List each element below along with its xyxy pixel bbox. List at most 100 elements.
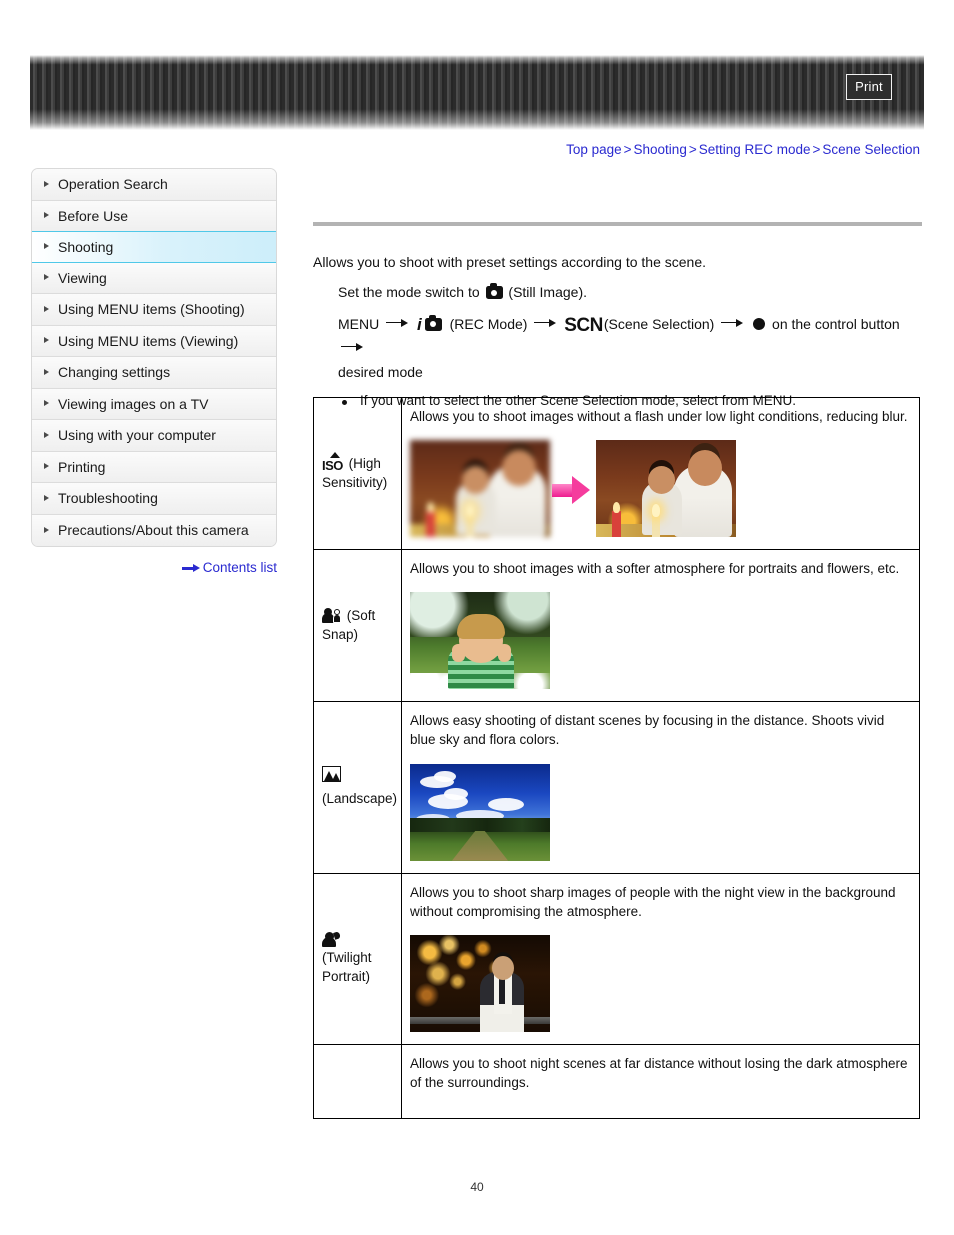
triangle-right-icon <box>44 431 49 438</box>
triangle-right-icon <box>44 337 49 344</box>
sample-image <box>410 592 550 690</box>
up-triangle-icon <box>330 451 340 458</box>
table-cell-icon-label: (Twilight Portrait) <box>322 950 372 985</box>
section-divider <box>313 222 922 226</box>
sample-image <box>410 763 550 861</box>
sidebar-item-before-use[interactable]: Before Use <box>32 200 276 232</box>
step-desired-mode: desired mode <box>338 364 423 381</box>
breadcrumb-item-top-page[interactable]: Top page <box>566 142 622 157</box>
main-content: Allows you to shoot with preset settings… <box>313 222 922 408</box>
contents-list-link[interactable]: Contents list <box>31 560 277 575</box>
triangle-right-icon <box>44 526 49 533</box>
table-cell-body: Allows you to shoot sharp images of peop… <box>401 872 920 1045</box>
sidebar-item-using-with-your-computer[interactable]: Using with your computer <box>32 420 276 452</box>
breadcrumb-item-shooting[interactable]: Shooting <box>634 142 687 157</box>
arrow-right-icon <box>721 318 744 328</box>
sidebar-item-changing-settings[interactable]: Changing settings <box>32 357 276 389</box>
sidebar-item-shooting[interactable]: Shooting <box>32 231 276 263</box>
sidebar-item-operation-search[interactable]: Operation Search <box>32 169 276 201</box>
breadcrumb-item-scene-selection[interactable]: Scene Selection <box>822 142 920 157</box>
sidebar-item-label: Shooting <box>58 239 114 255</box>
table-row: (Soft Snap) Allows you to shoot images w… <box>313 549 920 703</box>
landscape-icon <box>322 765 395 788</box>
sidebar-item-label: Operation Search <box>58 176 168 192</box>
image-row <box>410 934 911 1032</box>
table-cell-body: Allows you to shoot images with a softer… <box>401 549 920 703</box>
print-button[interactable]: Print <box>846 74 892 100</box>
triangle-right-icon <box>44 400 49 407</box>
breadcrumb-separator: > <box>688 142 697 157</box>
page-root: Print Top page > Shooting > Setting REC mode… <box>0 0 954 1235</box>
scene-description: Allows you to shoot night scenes at far … <box>410 1055 908 1091</box>
sidebar-item-troubleshooting[interactable]: Troubleshooting <box>32 483 276 515</box>
triangle-right-icon <box>44 368 49 375</box>
table-cell-icon: (Twilight Portrait) <box>313 872 402 1045</box>
table-row: (Twilight Portrait) Allows you to shoot … <box>313 872 920 1045</box>
sidebar-item-label: Precautions/About this camera <box>58 521 249 538</box>
sidebar-item-label: Printing <box>58 458 106 475</box>
triangle-right-icon <box>44 463 49 470</box>
table-row: Allows you to shoot night scenes at far … <box>313 1043 920 1120</box>
table-row: (Landscape) Allows easy shooting of dist… <box>313 701 920 874</box>
soft-snap-icon <box>322 608 341 624</box>
sidebar-item-label: Using MENU items (Viewing) <box>58 332 239 349</box>
intro-text: Allows you to shoot with preset settings… <box>313 254 706 270</box>
step-mode-switch-pre: Set the mode switch to <box>338 284 480 300</box>
breadcrumb-separator: > <box>812 142 821 157</box>
arrow-right-icon <box>386 318 409 328</box>
image-row <box>410 440 911 538</box>
sidebar-item-label: Using with your computer <box>58 427 216 443</box>
scene-description: Allows easy shooting of distant scenes b… <box>410 713 885 748</box>
iso-high-sensitivity-icon: ISO <box>322 451 343 472</box>
table-cell-icon: (Landscape) <box>313 701 402 874</box>
sidebar-item-using-menu-items-shooting[interactable]: Using MENU items (Shooting) <box>32 294 276 326</box>
header-banner: Print <box>30 55 924 130</box>
image-row <box>410 763 911 861</box>
step-mode-switch-post: (Still Image). <box>508 284 587 300</box>
sidebar-item-viewing[interactable]: Viewing <box>32 262 276 294</box>
breadcrumb-separator: > <box>623 142 632 157</box>
step-rec-mode-label: (REC Mode) <box>449 315 528 332</box>
triangle-right-icon <box>44 494 49 501</box>
sidebar-item-label: Viewing <box>58 269 107 286</box>
table-cell-body: Allows you to shoot night scenes at far … <box>401 1043 920 1120</box>
sidebar-item-label: Viewing images on a TV <box>58 395 209 412</box>
table-row: ISO (High Sensitivity) Allows you to sho… <box>313 396 920 551</box>
sidebar-item-using-menu-items-viewing[interactable]: Using MENU items (Viewing) <box>32 325 276 357</box>
triangle-right-icon <box>44 243 49 250</box>
triangle-right-icon <box>44 274 49 281</box>
sidebar: Operation Search Before Use Shooting Vie… <box>31 168 277 547</box>
scn-icon: SCN <box>564 314 603 336</box>
table-cell-icon-label: (Landscape) <box>322 791 398 807</box>
sidebar-item-label: Using MENU items (Shooting) <box>58 301 245 317</box>
breadcrumb: Top page > Shooting > Setting REC mode > Scene… <box>566 142 920 157</box>
table-cell-icon: (Soft Snap) <box>313 549 402 703</box>
scene-selection-table: ISO (High Sensitivity) Allows you to sho… <box>313 396 920 1120</box>
sample-image <box>410 934 550 1032</box>
triangle-right-icon <box>44 180 49 187</box>
step-scene-selection-label: (Scene Selection) <box>603 315 715 332</box>
table-cell-icon <box>313 1043 402 1120</box>
breadcrumb-item-setting-rec-mode[interactable]: Setting REC mode <box>699 142 811 157</box>
rec-mode-icon: i <box>417 314 444 337</box>
step-menu-path: MENU i (REC Mode) SCN(Scene Selection) o… <box>338 313 922 358</box>
table-cell-body: Allows easy shooting of distant scenes b… <box>401 701 920 874</box>
sample-image-before <box>410 440 550 538</box>
sidebar-item-viewing-images-on-a-tv[interactable]: Viewing images on a TV <box>32 388 276 420</box>
step-control-button-label: on the control button <box>772 315 900 332</box>
scene-description: Allows you to shoot sharp images of peop… <box>410 884 896 919</box>
sidebar-item-printing[interactable]: Printing <box>32 451 276 483</box>
still-image-camera-icon <box>485 283 503 299</box>
table-cell-icon: ISO (High Sensitivity) <box>313 396 402 551</box>
scene-description: Allows you to shoot images without a fla… <box>410 409 908 424</box>
arrow-right-icon <box>181 564 200 573</box>
step-mode-switch: Set the mode switch to (Still Image). <box>338 283 922 302</box>
center-button-icon <box>753 317 766 330</box>
contents-list-label: Contents list <box>202 560 277 575</box>
sample-image-after <box>596 440 736 538</box>
arrow-right-pink-icon <box>550 440 596 537</box>
arrow-right-icon <box>341 342 363 352</box>
arrow-right-icon <box>534 318 557 328</box>
sidebar-item-precautions-about-this-camera[interactable]: Precautions/About this camera <box>32 514 276 546</box>
twilight-portrait-icon <box>322 931 341 947</box>
